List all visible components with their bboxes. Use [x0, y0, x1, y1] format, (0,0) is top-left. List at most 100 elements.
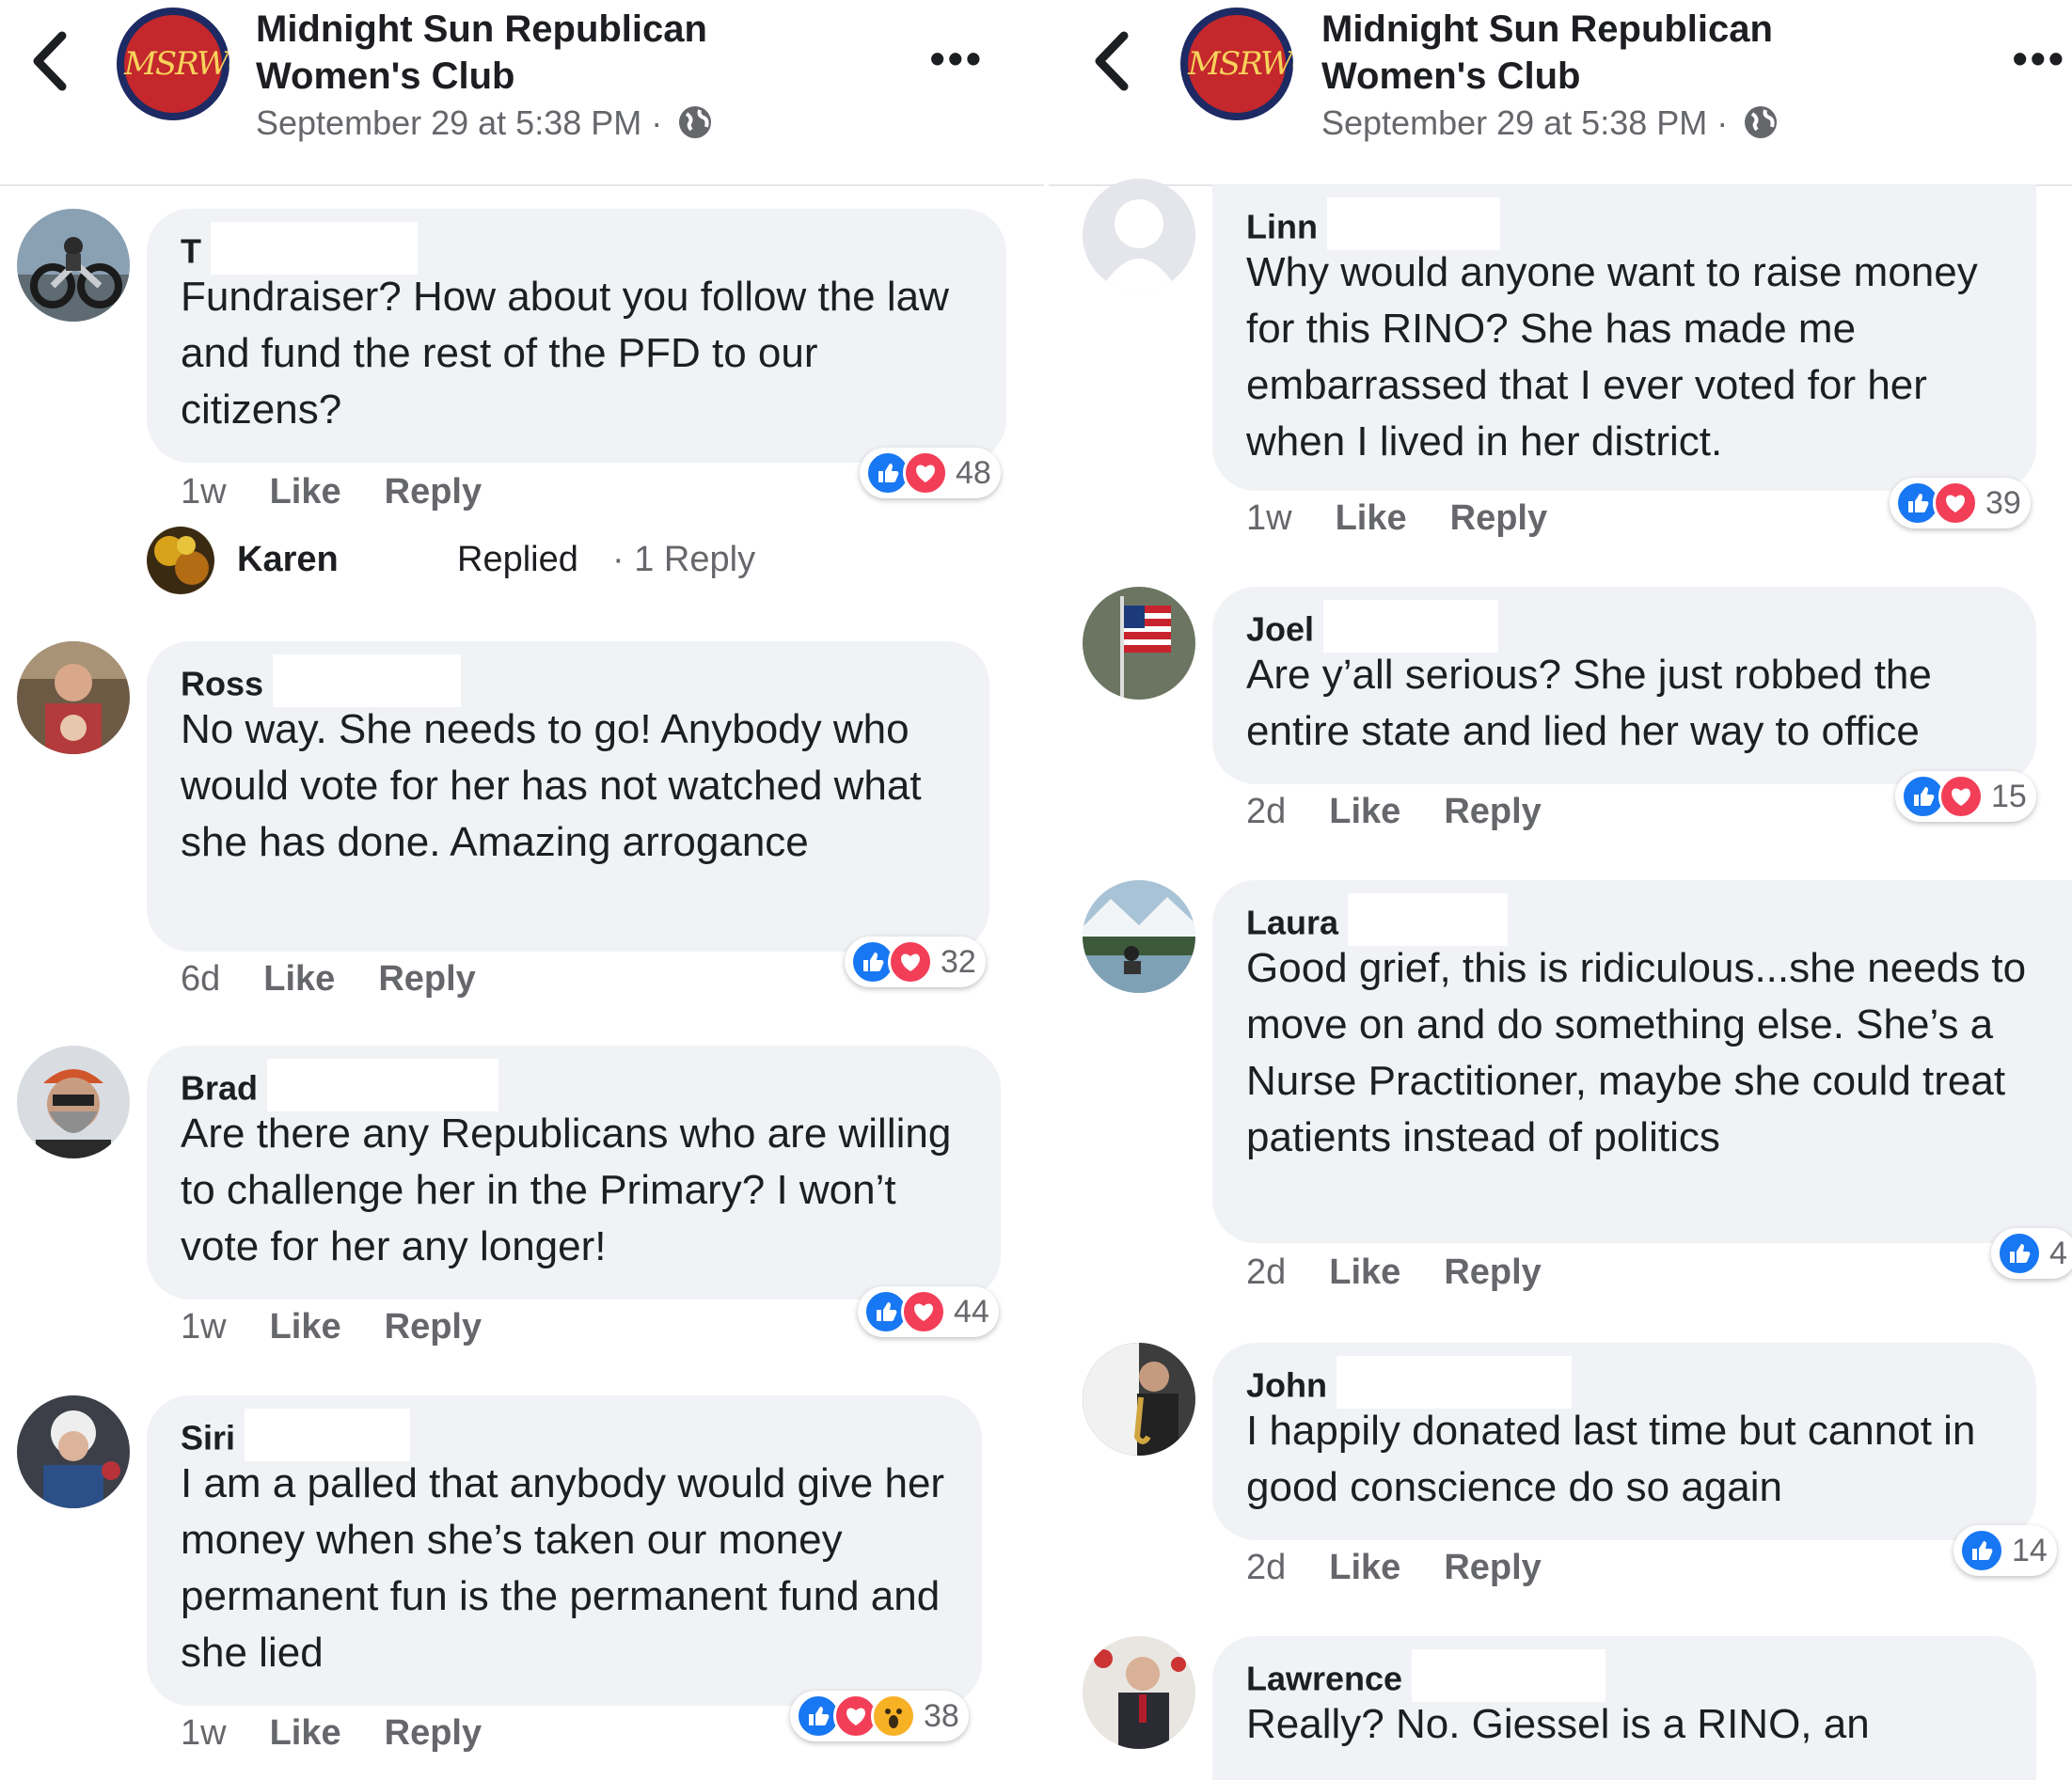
comment-time: 1w: [181, 472, 227, 512]
more-options-button[interactable]: •••: [2013, 37, 2066, 80]
comment-author[interactable]: Joel: [1246, 600, 2002, 653]
page-avatar[interactable]: MSRWC: [1180, 8, 1293, 120]
comment-text: Why would anyone want to raise money for…: [1246, 249, 1978, 465]
comment-author[interactable]: Laura: [1246, 893, 2038, 946]
comment-time: 6d: [181, 959, 221, 999]
redacted-surname: [1412, 1649, 1606, 1702]
comment-bubble: Joel Are y’all serious? She just robbed …: [1212, 587, 2036, 784]
comment-text: Fundraiser? How about you follow the law…: [181, 274, 949, 433]
page-avatar[interactable]: MSRWC: [117, 8, 229, 120]
redacted-surname: [1323, 600, 1499, 653]
reactions-summary[interactable]: 14: [1953, 1525, 2057, 1576]
avatar[interactable]: [1083, 179, 1195, 291]
like-button[interactable]: Like: [270, 1307, 341, 1347]
comment-text: Good grief, this is ridiculous...she nee…: [1246, 945, 2027, 1160]
reply-count[interactable]: · 1 Reply: [612, 540, 755, 580]
comment-bubble: Lawrence Really? No. Giessel is a RINO, …: [1212, 1636, 2036, 1780]
reaction-count: 14: [2012, 1532, 2048, 1568]
comment-text: Really? No. Giessel is a RINO, an: [1246, 1701, 1870, 1747]
reply-author[interactable]: Karen: [237, 540, 339, 580]
back-button[interactable]: [1084, 28, 1141, 94]
avatar[interactable]: [1083, 1343, 1195, 1456]
reply-button[interactable]: Reply: [1450, 498, 1547, 538]
comment-actions: 2d Like Reply: [1246, 1548, 1585, 1588]
avatar[interactable]: [17, 641, 130, 754]
reactions-summary[interactable]: 48: [860, 448, 1001, 498]
redacted-surname: [267, 1059, 499, 1111]
redacted-surname: [273, 654, 462, 707]
page-logo: MSRWC: [124, 15, 229, 113]
avatar[interactable]: [17, 209, 130, 322]
redacted-surname: [245, 1409, 411, 1461]
reaction-count: 39: [1985, 484, 2021, 521]
reaction-count: 44: [954, 1293, 989, 1330]
page-logo: MSRWC: [1188, 15, 1293, 113]
meta-separator: ·: [651, 103, 663, 142]
reply-button[interactable]: Reply: [385, 1713, 482, 1753]
like-button[interactable]: Like: [270, 1713, 341, 1753]
avatar[interactable]: [1083, 880, 1195, 993]
replied-label: Replied: [457, 540, 578, 579]
avatar[interactable]: [1083, 587, 1195, 700]
avatar[interactable]: [17, 1046, 130, 1158]
comment-author[interactable]: Linn: [1246, 197, 2002, 250]
reactions-summary[interactable]: 39: [1890, 478, 2031, 528]
like-button[interactable]: Like: [1336, 498, 1407, 538]
comment-actions: 2d Like Reply: [1246, 1252, 1585, 1293]
post-timestamp[interactable]: September 29 at 5:38 PM: [256, 103, 641, 142]
comment-bubble: Brad Are there any Republicans who are w…: [147, 1046, 1001, 1300]
like-button[interactable]: Like: [1329, 1548, 1400, 1587]
reaction-count: 48: [956, 454, 991, 491]
back-button[interactable]: [23, 28, 79, 94]
reply-button[interactable]: Reply: [1444, 792, 1541, 831]
reply-button[interactable]: Reply: [1444, 1548, 1541, 1587]
reactions-summary[interactable]: 4: [1991, 1228, 2072, 1279]
comment-author[interactable]: John: [1246, 1356, 2002, 1409]
reply-button[interactable]: Reply: [385, 472, 482, 512]
redacted-surname: [1348, 893, 1509, 946]
reaction-count: 38: [924, 1697, 959, 1734]
reply-button[interactable]: Reply: [385, 1307, 482, 1347]
avatar[interactable]: [17, 1395, 130, 1508]
reactions-summary[interactable]: 38: [790, 1691, 969, 1741]
comment-author[interactable]: Lawrence: [1246, 1649, 2002, 1702]
post-meta: September 29 at 5:38 PM ·: [256, 103, 713, 143]
comment-time: 1w: [181, 1713, 227, 1753]
reactions-summary[interactable]: 44: [858, 1286, 999, 1337]
comment-author[interactable]: T: [181, 222, 973, 275]
comment-actions: 2d Like Reply: [1246, 792, 1585, 832]
comment-time: 2d: [1246, 1548, 1287, 1587]
reply-button[interactable]: Reply: [1444, 1252, 1541, 1292]
comment-text: Are y’all serious? She just robbed the e…: [1246, 652, 1932, 754]
like-button[interactable]: Like: [1329, 1252, 1400, 1292]
redacted-surname: [1326, 197, 1500, 250]
globe-icon: [679, 106, 712, 138]
comment-bubble: Laura Good grief, this is ridiculous...s…: [1212, 880, 2072, 1243]
reactions-summary[interactable]: 32: [845, 937, 986, 987]
more-options-button[interactable]: •••: [930, 37, 984, 80]
avatar[interactable]: [1083, 1636, 1195, 1749]
wow-reaction-icon: [871, 1693, 916, 1739]
comment-bubble: Ross No way. She needs to go! Anybody wh…: [147, 641, 989, 952]
page-title[interactable]: Midnight Sun Republican Women's Club: [1321, 6, 1905, 100]
comment-text: I happily donated last time but cannot i…: [1246, 1408, 1976, 1510]
reaction-count: 32: [941, 943, 976, 980]
love-reaction-icon: [903, 450, 948, 496]
like-button[interactable]: Like: [1329, 792, 1400, 831]
love-reaction-icon: [1938, 774, 1984, 819]
right-screenshot-panel: MSRWC Midnight Sun Republican Women's Cl…: [1049, 0, 2072, 1780]
comment-time: 2d: [1246, 1252, 1287, 1292]
comment-author[interactable]: Siri: [181, 1409, 948, 1461]
comment-text: I am a palled that anybody would give he…: [181, 1460, 945, 1676]
reply-button[interactable]: Reply: [378, 959, 475, 999]
reactions-summary[interactable]: 15: [1895, 771, 2036, 822]
reaction-count: 4: [2049, 1235, 2067, 1271]
comment-bubble: Linn Why would anyone want to raise mone…: [1212, 184, 2036, 491]
post-timestamp[interactable]: September 29 at 5:38 PM: [1321, 103, 1707, 142]
comment-author[interactable]: Ross: [181, 654, 956, 707]
like-button[interactable]: Like: [263, 959, 335, 999]
like-button[interactable]: Like: [270, 472, 341, 512]
comment-author[interactable]: Brad: [181, 1059, 967, 1111]
page-title[interactable]: Midnight Sun Republican Women's Club: [256, 6, 839, 100]
love-reaction-icon: [888, 939, 933, 985]
